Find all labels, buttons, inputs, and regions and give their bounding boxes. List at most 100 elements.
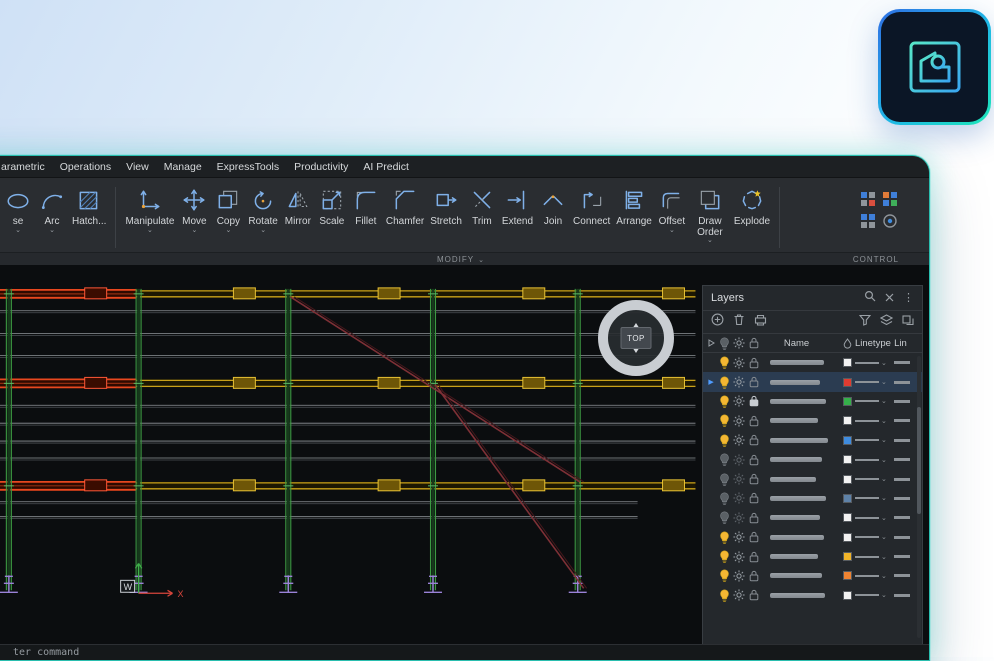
scrollbar-thumb[interactable] [917,407,921,514]
layer-row[interactable]: ⌄ [703,411,922,430]
layer-visibility-toggle[interactable] [717,414,732,427]
chevron-down-icon[interactable]: ⌄ [49,228,55,236]
layer-freeze-toggle[interactable] [732,454,747,466]
command-line[interactable]: ter command [0,644,929,660]
layer-color-swatch[interactable] [840,378,855,387]
layer-color-swatch[interactable] [840,533,855,542]
tool-join[interactable]: Join⌄ [536,185,570,236]
layer-linetype[interactable]: ⌄ [855,436,894,444]
layer-freeze-toggle[interactable] [732,473,747,485]
layer-linetype[interactable]: ⌄ [855,417,894,425]
layer-visibility-toggle[interactable] [717,453,732,466]
layer-states-icon[interactable] [881,190,899,208]
menu-operations[interactable]: Operations [60,161,111,173]
lock-column-icon[interactable] [747,337,762,349]
tool-offset[interactable]: Offset⌄ [655,185,689,236]
layer-visibility-toggle[interactable] [717,356,732,369]
tool-mirror[interactable]: Mirror⌄ [281,185,315,236]
menu-expresstools[interactable]: ExpressTools [217,161,279,173]
layer-lock-toggle[interactable] [747,415,762,427]
search-icon[interactable] [864,289,876,307]
layer-row[interactable]: ⌄ [703,431,922,450]
layer-lock-toggle[interactable] [747,551,762,563]
chevron-down-icon[interactable]: ⌄ [669,228,675,236]
tool-draw-order[interactable]: Draw Order⌄ [689,185,731,246]
layer-color-swatch[interactable] [840,416,855,425]
tool-explode[interactable]: Explode⌄ [731,185,773,236]
tool-connect[interactable]: Connect⌄ [570,185,613,236]
menu-productivity[interactable]: Productivity [294,161,348,173]
layer-linetype[interactable]: ⌄ [855,378,894,386]
view-top-button[interactable]: TOP [621,327,652,349]
layer-color-swatch[interactable] [840,552,855,561]
tool-scale[interactable]: Scale⌄ [315,185,349,236]
layer-isolate-icon[interactable] [859,212,877,230]
layer-visibility-toggle[interactable] [717,434,732,447]
tool-chamfer[interactable]: Chamfer⌄ [383,185,427,236]
layer-color-swatch[interactable] [840,494,855,503]
layer-freeze-toggle[interactable] [732,357,747,369]
layer-freeze-toggle[interactable] [732,434,747,446]
layer-row[interactable]: ▶⌄ [703,372,922,391]
tool-move[interactable]: Move⌄ [177,185,211,236]
tool-trim[interactable]: Trim⌄ [465,185,499,236]
layer-color-swatch[interactable] [840,436,855,445]
layer-lock-toggle[interactable] [747,473,762,485]
layer-color-swatch[interactable] [840,397,855,406]
menu-view[interactable]: View [126,161,149,173]
print-layers-icon[interactable] [754,313,767,331]
chevron-down-icon[interactable]: ⌄ [147,228,153,236]
layer-lock-toggle[interactable] [747,492,762,504]
layer-linetype[interactable]: ⌄ [855,591,894,599]
layer-visibility-toggle[interactable] [717,395,732,408]
tool-rotate[interactable]: Rotate⌄ [245,185,280,236]
layer-freeze-toggle[interactable] [732,492,747,504]
layer-freeze-toggle[interactable] [732,589,747,601]
filter-icon[interactable] [859,313,871,331]
visibility-column-icon[interactable] [717,337,732,350]
panel-menu-icon[interactable]: ⋮ [903,293,914,303]
layer-linetype[interactable]: ⌄ [855,533,894,541]
layer-color-swatch[interactable] [840,513,855,522]
name-column-header[interactable]: Name [762,338,840,349]
layer-color-swatch[interactable] [840,455,855,464]
layer-freeze-toggle[interactable] [732,551,747,563]
layer-lock-toggle[interactable] [747,376,762,388]
tool-arrange[interactable]: Arrange⌄ [613,185,655,236]
tool-stretch[interactable]: Stretch⌄ [427,185,465,236]
layer-visibility-toggle[interactable] [717,492,732,505]
layer-color-swatch[interactable] [840,571,855,580]
layer-lock-toggle[interactable] [747,570,762,582]
menu-manage[interactable]: Manage [164,161,202,173]
layer-visibility-toggle[interactable] [717,550,732,563]
tool-copy[interactable]: Copy⌄ [211,185,245,236]
chevron-down-icon[interactable]: ⌄ [260,228,266,236]
layer-color-swatch[interactable] [840,475,855,484]
layer-row[interactable]: ⌄ [703,528,922,547]
layer-walk-icon[interactable] [881,212,899,230]
layer-row[interactable]: ⌄ [703,508,922,527]
layer-properties-icon[interactable] [859,190,877,208]
layer-linetype[interactable]: ⌄ [855,553,894,561]
layer-linetype[interactable]: ⌄ [855,359,894,367]
layer-group-icon[interactable] [880,313,893,331]
tool-se[interactable]: se⌄ [1,185,35,236]
layer-row[interactable]: ⌄ [703,547,922,566]
view-navigation-wheel[interactable]: TOP [594,296,678,380]
color-column-icon[interactable] [840,338,855,349]
layer-linetype[interactable]: ⌄ [855,475,894,483]
layer-visibility-toggle[interactable] [717,511,732,524]
layer-row[interactable]: ⌄ [703,450,922,469]
layer-lock-toggle[interactable] [747,434,762,446]
add-layer-icon[interactable] [711,313,724,331]
layer-row[interactable]: ⌄ [703,566,922,585]
chevron-down-icon[interactable]: ⌄ [707,238,713,246]
layer-lock-toggle[interactable] [747,357,762,369]
layer-row[interactable]: ⌄ [703,469,922,488]
tool-fillet[interactable]: Fillet⌄ [349,185,383,236]
layer-row[interactable]: ⌄ [703,392,922,411]
layer-freeze-toggle[interactable] [732,376,747,388]
layer-linetype[interactable]: ⌄ [855,572,894,580]
layer-freeze-toggle[interactable] [732,395,747,407]
layer-color-swatch[interactable] [840,591,855,600]
